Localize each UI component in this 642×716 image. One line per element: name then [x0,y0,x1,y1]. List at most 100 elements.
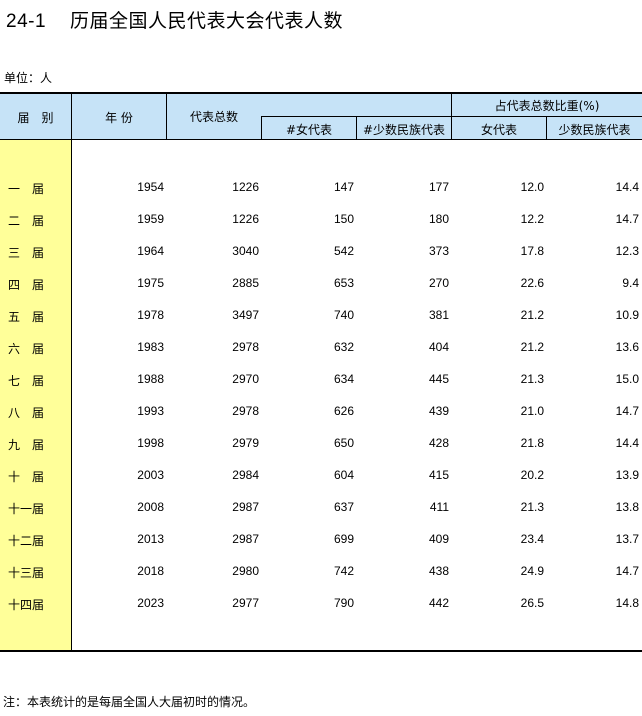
cell-year: 2023 [137,596,164,610]
header-year: 年 份 [105,111,133,125]
row-session-label: 五 届 [7,310,44,324]
cell-minority: 442 [428,596,449,610]
row-session-label: 十四届 [7,598,44,612]
cell-year: 1998 [137,436,164,450]
cell-year: 1975 [137,276,164,290]
header-ratio-women: 女代表 [480,123,517,137]
cell-total: 3040 [232,244,259,258]
cell-total: 2984 [232,468,259,482]
cell-pm: 13.8 [615,500,639,514]
cell-pw: 26.5 [520,596,544,610]
header-ratio-group: 占代表总数比重(%) [494,99,600,113]
header-ratio-minority: 少数民族代表 [558,123,631,137]
cell-pm: 14.8 [615,596,639,610]
cell-minority: 409 [428,532,449,546]
cell-pm: 13.6 [615,340,639,354]
cell-pw: 22.6 [520,276,544,290]
cell-women: 542 [333,244,354,258]
cell-pm: 13.9 [615,468,639,482]
cell-year: 1959 [137,212,164,226]
row-session-label: 十二届 [7,534,44,548]
cell-pm: 15.0 [615,372,639,386]
cell-minority: 404 [428,340,449,354]
cell-women: 740 [333,308,354,322]
row-session-label: 七 届 [7,374,44,388]
cell-total: 2885 [232,276,259,290]
cell-pm: 14.7 [615,564,639,578]
header-session: 届 别 [17,111,54,125]
cell-total: 2987 [232,500,259,514]
cell-total: 2978 [232,340,259,354]
cell-year: 1988 [137,372,164,386]
header-minority: #少数民族代表 [362,123,446,137]
cell-year: 2018 [137,564,164,578]
cell-pm: 10.9 [615,308,639,322]
cell-minority: 180 [428,212,449,226]
row-session-label: 九 届 [7,438,44,452]
cell-pm: 14.4 [615,180,639,194]
cell-total: 2979 [232,436,259,450]
cell-minority: 439 [428,404,449,418]
cell-year: 1954 [137,180,164,194]
cell-pw: 12.2 [520,212,544,226]
cell-women: 604 [333,468,354,482]
table-title-text: 历届全国人民代表大会代表人数 [70,10,344,32]
cell-women: 699 [333,532,354,546]
cell-women: 632 [333,340,354,354]
cell-pw: 21.0 [520,404,544,418]
unit-label: 单位：人 [4,71,53,85]
cell-pm: 9.4 [622,276,639,290]
cell-pm: 14.4 [615,436,639,450]
header-total: 代表总数 [189,110,238,124]
row-session-label: 一 届 [7,182,44,196]
stub-divider [71,92,72,651]
cell-pm: 14.7 [615,404,639,418]
bottom-rule [0,650,642,652]
cell-pw: 21.8 [520,436,544,450]
row-session-label: 十三届 [7,566,44,580]
row-session-label: 十 届 [7,470,44,484]
cell-women: 147 [333,180,354,194]
cell-pw: 21.2 [520,308,544,322]
cell-pw: 21.3 [520,372,544,386]
cell-pm: 14.7 [615,212,639,226]
cell-total: 2980 [232,564,259,578]
cell-pm: 13.7 [615,532,639,546]
cell-pw: 12.0 [520,180,544,194]
cell-women: 626 [333,404,354,418]
cell-women: 637 [333,500,354,514]
cell-year: 1983 [137,340,164,354]
cell-minority: 270 [428,276,449,290]
cell-minority: 381 [428,308,449,322]
row-session-label: 三 届 [7,246,44,260]
cell-women: 634 [333,372,354,386]
cell-minority: 177 [428,180,449,194]
cell-minority: 438 [428,564,449,578]
row-session-label: 十一届 [7,502,44,516]
cell-year: 1993 [137,404,164,418]
cell-total: 3497 [232,308,259,322]
cell-pw: 17.8 [520,244,544,258]
cell-minority: 445 [428,372,449,386]
cell-pm: 12.3 [615,244,639,258]
cell-women: 790 [333,596,354,610]
cell-year: 2003 [137,468,164,482]
cell-year: 2013 [137,532,164,546]
cell-total: 2978 [232,404,259,418]
cell-total: 2970 [232,372,259,386]
cell-total: 1226 [232,212,259,226]
top-rule [0,92,642,94]
table-number: 24-1 [6,11,47,32]
cell-year: 1964 [137,244,164,258]
cell-pw: 20.2 [520,468,544,482]
cell-minority: 373 [428,244,449,258]
cell-women: 650 [333,436,354,450]
header-women: #女代表 [285,123,333,137]
cell-women: 653 [333,276,354,290]
table-title: 24-1 历届全国人民代表大会代表人数 [6,6,343,33]
footnote: 注：本表统计的是每届全国人大届初时的情况。 [3,695,256,709]
cell-total: 2977 [232,596,259,610]
row-session-label: 二 届 [7,214,44,228]
cell-pw: 24.9 [520,564,544,578]
cell-pw: 21.2 [520,340,544,354]
